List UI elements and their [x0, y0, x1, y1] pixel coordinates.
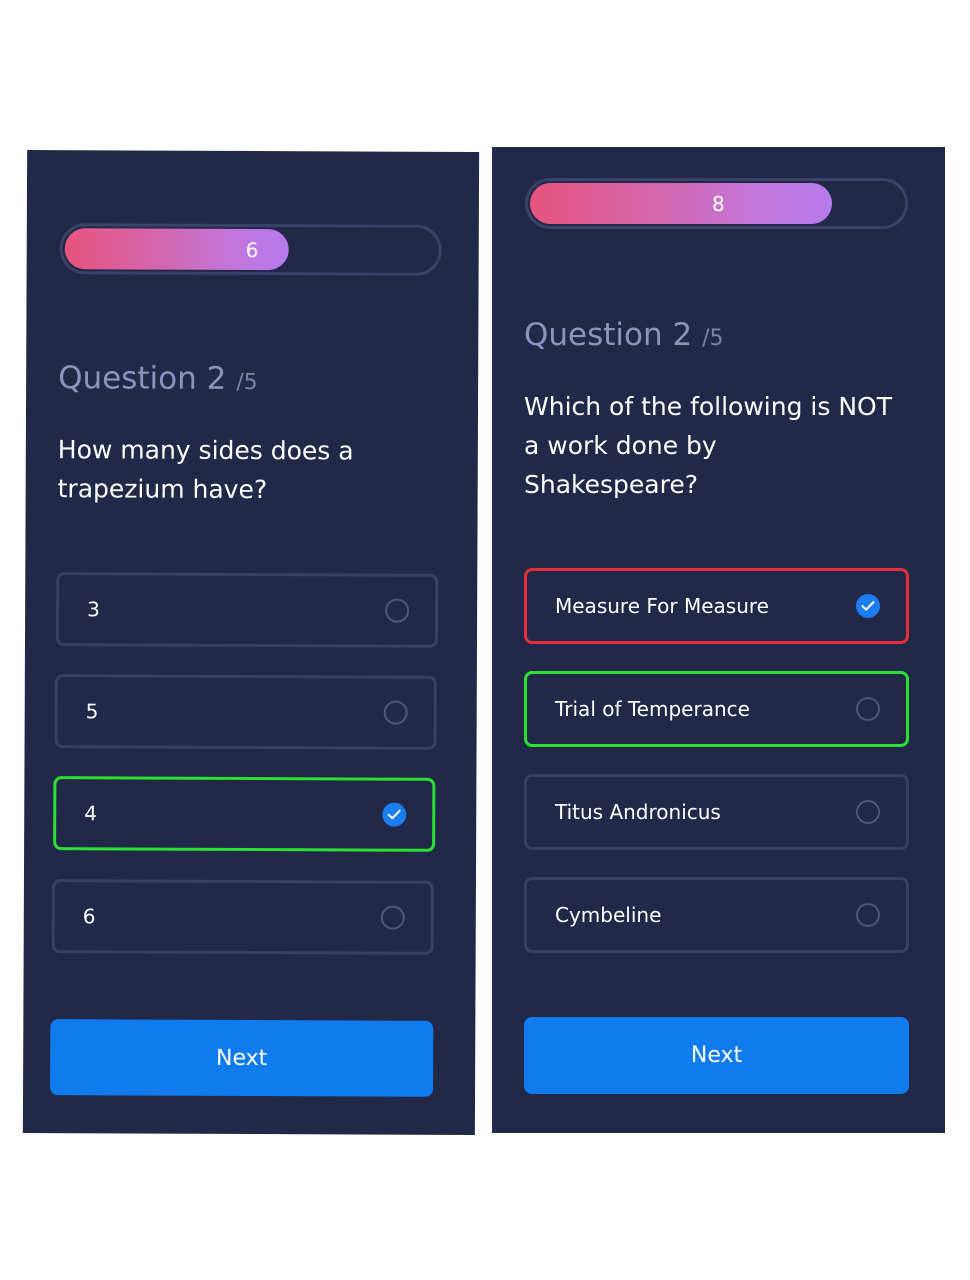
question-text-line: How many sides does a [57, 435, 354, 466]
question-total: /5 [236, 369, 258, 396]
question-text-line: trapezium have? [57, 474, 268, 505]
answer-option[interactable]: 5 [54, 674, 437, 750]
progress-value: 8 [712, 191, 725, 216]
question-heading: Question 2 /5 [58, 360, 258, 397]
answer-option-label: Cymbeline [555, 903, 662, 927]
progress-bar: 6 [59, 223, 442, 276]
question-number: Question 2 [58, 360, 227, 397]
progress-value: 6 [245, 237, 259, 262]
question-text-line: Shakespeare? [524, 470, 698, 499]
question-total: /5 [702, 326, 724, 351]
answer-option-label: Measure For Measure [555, 594, 769, 618]
answer-option[interactable]: 6 [51, 879, 434, 955]
question-heading: Question 2 /5 [524, 317, 724, 353]
radio-empty-icon[interactable] [380, 905, 405, 930]
question-text-line: a work done by [524, 431, 717, 460]
answer-option-label: 6 [82, 904, 96, 929]
answer-option-label: Trial of Temperance [555, 697, 750, 721]
answer-option-selected[interactable]: Measure For Measure [524, 568, 909, 644]
checkmark-icon[interactable] [856, 594, 880, 618]
radio-empty-icon[interactable] [383, 700, 408, 725]
radio-empty-icon[interactable] [385, 598, 410, 623]
question-text-line: Which of the following is NOT [524, 392, 892, 421]
radio-empty-icon[interactable] [856, 903, 880, 927]
checkmark-icon[interactable] [382, 802, 407, 827]
radio-empty-icon[interactable] [856, 697, 880, 721]
answer-option-label: 5 [85, 699, 99, 724]
quiz-screen-left: 6 Question 2 /5 How many sides does a tr… [22, 150, 480, 1135]
answer-option-label: 4 [84, 801, 98, 826]
question-text: Which of the following is NOT a work don… [524, 387, 892, 504]
next-button[interactable]: Next [50, 1019, 434, 1097]
question-text: How many sides does a trapezium have? [58, 430, 354, 509]
quiz-screen-right: 8 Question 2 /5 Which of the following i… [492, 147, 945, 1133]
question-number: Question 2 [524, 317, 693, 353]
answer-option[interactable]: Cymbeline [524, 877, 909, 953]
answer-option[interactable]: Titus Andronicus [524, 774, 909, 850]
progress-fill [530, 183, 832, 224]
next-button[interactable]: Next [524, 1017, 909, 1094]
answer-option-correct[interactable]: Trial of Temperance [524, 671, 909, 747]
radio-empty-icon[interactable] [856, 800, 880, 824]
answer-option-label: 3 [87, 597, 100, 622]
answer-option-selected[interactable]: 4 [53, 776, 436, 852]
progress-bar: 8 [525, 178, 908, 229]
answer-option[interactable]: 3 [55, 572, 439, 648]
answer-option-label: Titus Andronicus [555, 800, 721, 824]
